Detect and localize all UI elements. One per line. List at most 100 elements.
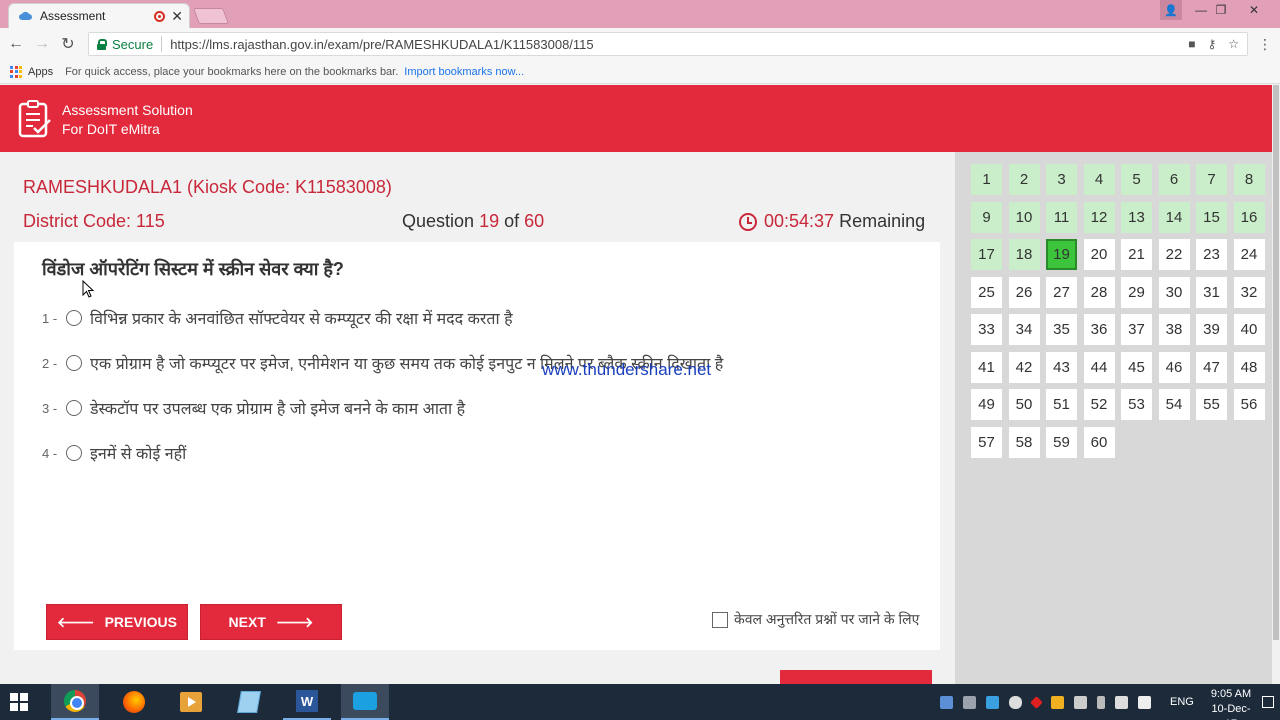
palette-question-6[interactable]: 6 — [1158, 164, 1190, 195]
star-icon[interactable]: ☆ — [1228, 37, 1239, 51]
tray-volume-icon[interactable] — [1138, 695, 1151, 709]
unanswered-filter[interactable]: केवल अनुत्तरित प्रश्नों पर जाने के लिए — [712, 610, 919, 629]
address-bar[interactable]: Secure https://lms.rajasthan.gov.in/exam… — [88, 32, 1248, 56]
browser-menu-icon[interactable]: ⋮ — [1258, 36, 1272, 53]
scrollbar-thumb[interactable] — [1273, 85, 1279, 640]
palette-question-33[interactable]: 33 — [971, 314, 1002, 345]
palette-question-18[interactable]: 18 — [1008, 239, 1040, 270]
palette-question-11[interactable]: 11 — [1046, 201, 1077, 233]
palette-question-14[interactable]: 14 — [1158, 201, 1190, 233]
tray-alert-icon[interactable] — [1030, 695, 1043, 709]
page-scrollbar[interactable] — [1272, 85, 1280, 684]
palette-question-59[interactable]: 59 — [1046, 426, 1077, 458]
apps-grid-icon[interactable] — [10, 65, 22, 78]
reload-icon[interactable]: ↻ — [58, 34, 78, 54]
palette-question-34[interactable]: 34 — [1008, 314, 1040, 345]
palette-question-32[interactable]: 32 — [1233, 276, 1265, 308]
option-radio[interactable] — [66, 355, 82, 371]
taskbar-clock[interactable]: 9:05 AM 10-Dec-17 — [1206, 687, 1256, 720]
palette-question-49[interactable]: 49 — [971, 389, 1002, 420]
previous-button[interactable]: 🡐 PREVIOUS — [46, 604, 188, 640]
option-text[interactable]: डेस्कटॉप पर उपलब्ध एक प्रोग्राम है जो इम… — [90, 397, 465, 419]
palette-question-54[interactable]: 54 — [1158, 389, 1190, 420]
palette-question-19[interactable]: 19 — [1046, 239, 1077, 270]
palette-question-31[interactable]: 31 — [1196, 276, 1227, 308]
tray-battery-icon[interactable] — [1097, 695, 1105, 709]
apps-link[interactable]: Apps — [28, 66, 53, 78]
browser-tab-assessment[interactable]: Assessment ✕ — [8, 3, 190, 28]
palette-question-22[interactable]: 22 — [1158, 239, 1190, 270]
option-radio[interactable] — [66, 310, 82, 326]
camera-icon[interactable]: ■ — [1188, 37, 1195, 51]
user-profile-icon[interactable]: 👤 — [1160, 0, 1182, 20]
url-text[interactable]: https://lms.rajasthan.gov.in/exam/pre/RA… — [170, 37, 1188, 52]
palette-question-24[interactable]: 24 — [1233, 239, 1265, 270]
palette-question-21[interactable]: 21 — [1121, 239, 1152, 270]
palette-question-1[interactable]: 1 — [971, 164, 1002, 195]
palette-question-15[interactable]: 15 — [1196, 201, 1227, 233]
palette-question-7[interactable]: 7 — [1196, 164, 1227, 195]
palette-question-27[interactable]: 27 — [1046, 276, 1077, 308]
palette-question-20[interactable]: 20 — [1083, 239, 1115, 270]
tab-close-icon[interactable]: ✕ — [171, 8, 183, 25]
palette-question-28[interactable]: 28 — [1083, 276, 1115, 308]
tray-signal-icon[interactable] — [1115, 695, 1128, 709]
windows-start-icon[interactable] — [10, 693, 28, 711]
tray-tools-icon[interactable] — [963, 695, 976, 709]
palette-question-5[interactable]: 5 — [1121, 164, 1152, 195]
palette-question-37[interactable]: 37 — [1121, 314, 1152, 345]
taskbar-firefox[interactable] — [110, 684, 158, 720]
palette-question-58[interactable]: 58 — [1008, 426, 1040, 458]
palette-question-35[interactable]: 35 — [1046, 314, 1077, 345]
palette-question-9[interactable]: 9 — [971, 201, 1002, 233]
tray-cloud-icon[interactable] — [1009, 695, 1022, 709]
palette-question-8[interactable]: 8 — [1233, 164, 1265, 195]
key-icon[interactable]: ⚷ — [1207, 37, 1216, 51]
option-radio[interactable] — [66, 445, 82, 461]
palette-question-38[interactable]: 38 — [1158, 314, 1190, 345]
palette-question-13[interactable]: 13 — [1121, 201, 1152, 233]
option-3[interactable]: 3 - डेस्कटॉप पर उपलब्ध एक प्रोग्राम है ज… — [42, 397, 465, 419]
palette-question-36[interactable]: 36 — [1083, 314, 1115, 345]
palette-question-17[interactable]: 17 — [971, 239, 1002, 270]
palette-question-16[interactable]: 16 — [1233, 201, 1265, 233]
submit-button[interactable] — [780, 670, 932, 684]
window-close-icon[interactable]: ✕ — [1241, 0, 1267, 20]
palette-question-51[interactable]: 51 — [1046, 389, 1077, 420]
forward-icon[interactable]: → — [32, 34, 52, 54]
palette-question-56[interactable]: 56 — [1233, 389, 1265, 420]
palette-question-46[interactable]: 46 — [1158, 351, 1190, 383]
tray-monitor-icon[interactable] — [986, 695, 999, 709]
palette-question-23[interactable]: 23 — [1196, 239, 1227, 270]
taskbar-recorder[interactable] — [341, 684, 389, 720]
tray-security-icon[interactable] — [1051, 695, 1064, 709]
palette-question-30[interactable]: 30 — [1158, 276, 1190, 308]
palette-question-43[interactable]: 43 — [1046, 351, 1077, 383]
palette-question-45[interactable]: 45 — [1121, 351, 1152, 383]
palette-question-41[interactable]: 41 — [971, 351, 1002, 383]
taskbar-media[interactable] — [167, 684, 215, 720]
palette-question-40[interactable]: 40 — [1233, 314, 1265, 345]
option-4[interactable]: 4 - इनमें से कोई नहीं — [42, 442, 186, 464]
back-icon[interactable]: ← — [6, 34, 26, 54]
palette-question-10[interactable]: 10 — [1008, 201, 1040, 233]
palette-question-12[interactable]: 12 — [1083, 201, 1115, 233]
option-text[interactable]: विभिन्न प्रकार के अनवांछित सॉफ्टवेयर से … — [90, 307, 513, 329]
palette-question-2[interactable]: 2 — [1008, 164, 1040, 195]
taskbar-notes[interactable] — [225, 684, 273, 720]
tray-network-share-icon[interactable] — [940, 695, 953, 709]
option-text[interactable]: इनमें से कोई नहीं — [90, 442, 186, 464]
new-tab-button[interactable] — [193, 8, 229, 24]
palette-question-50[interactable]: 50 — [1008, 389, 1040, 420]
palette-question-29[interactable]: 29 — [1121, 276, 1152, 308]
palette-question-39[interactable]: 39 — [1196, 314, 1227, 345]
palette-question-57[interactable]: 57 — [971, 426, 1002, 458]
next-button[interactable]: NEXT 🡒 — [200, 604, 342, 640]
palette-question-4[interactable]: 4 — [1083, 164, 1115, 195]
restore-icon[interactable]: ❐ — [1208, 0, 1234, 20]
palette-question-3[interactable]: 3 — [1046, 164, 1077, 195]
palette-question-47[interactable]: 47 — [1196, 351, 1227, 383]
import-bookmarks-link[interactable]: Import bookmarks now... — [404, 66, 524, 78]
palette-question-48[interactable]: 48 — [1233, 351, 1265, 383]
palette-question-60[interactable]: 60 — [1083, 426, 1115, 458]
